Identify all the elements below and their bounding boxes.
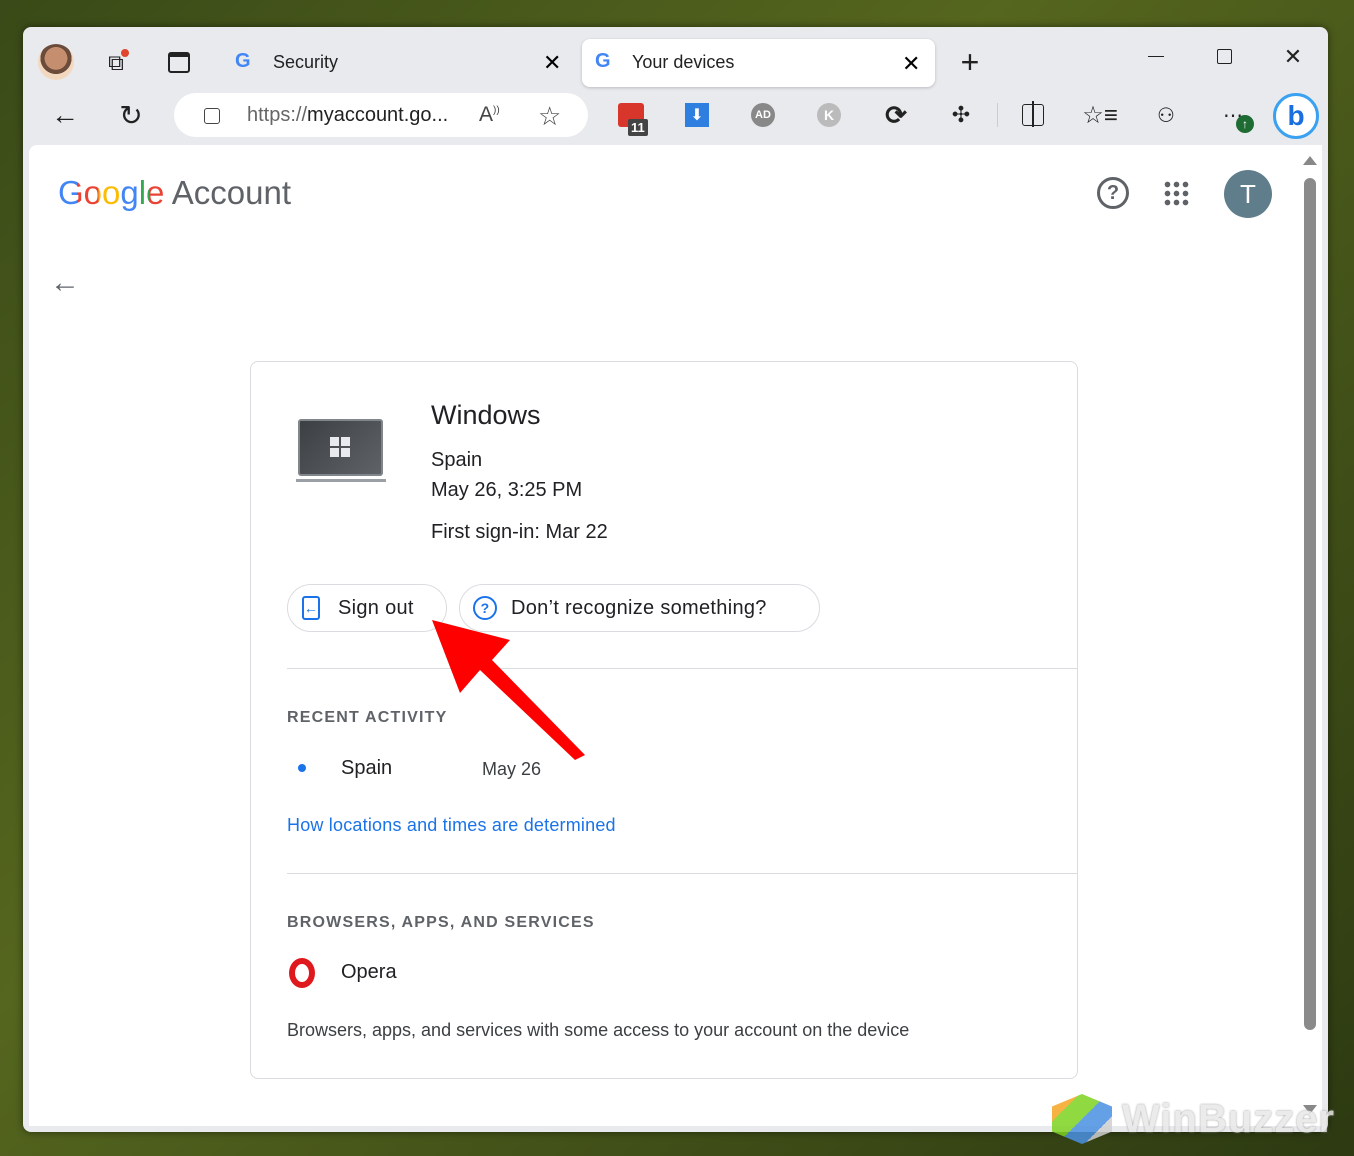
google-icon: G bbox=[595, 50, 611, 72]
extensions-icon[interactable]: ✣ bbox=[947, 101, 975, 129]
close-tab-icon[interactable]: ✕ bbox=[543, 50, 561, 76]
vertical-tabs-icon[interactable] bbox=[168, 52, 190, 73]
collections-icon[interactable]: ⚇ bbox=[1151, 101, 1181, 129]
windows-logo-icon bbox=[330, 437, 350, 457]
toolbar-divider bbox=[997, 103, 998, 127]
close-tab-icon[interactable]: ✕ bbox=[902, 51, 920, 77]
help-icon[interactable]: ? bbox=[1097, 177, 1129, 209]
device-last-active: May 26, 3:25 PM bbox=[431, 479, 583, 501]
address-bar[interactable]: https://myaccount.go... A)) ☆ bbox=[174, 93, 588, 137]
google-account-logo[interactable]: Google Account bbox=[58, 174, 291, 212]
device-name: Windows bbox=[431, 400, 541, 430]
minimize-icon[interactable] bbox=[1148, 56, 1164, 57]
winbuzzer-logo-icon bbox=[1052, 1094, 1112, 1144]
tab-label: Security bbox=[273, 52, 339, 72]
sync-extension-icon[interactable]: ⟳ bbox=[882, 100, 910, 130]
device-location: Spain bbox=[431, 449, 483, 471]
update-badge-icon: ↑ bbox=[1236, 115, 1254, 133]
scrollbar-thumb[interactable] bbox=[1304, 178, 1316, 1030]
back-arrow-icon[interactable]: ← bbox=[48, 266, 82, 300]
extension-badge: 11 bbox=[628, 119, 648, 136]
back-icon[interactable]: ← bbox=[48, 98, 82, 132]
refresh-icon[interactable]: ↻ bbox=[114, 98, 148, 132]
url-scheme: https:// bbox=[247, 104, 308, 126]
apps-grid-icon[interactable] bbox=[1163, 180, 1189, 206]
k-extension-icon[interactable]: K bbox=[817, 103, 841, 127]
logo-account: Account bbox=[171, 174, 292, 211]
tab-your-devices[interactable]: G Your devices ✕ bbox=[582, 39, 935, 87]
sign-out-label: Sign out bbox=[338, 596, 414, 619]
split-screen-icon[interactable] bbox=[1022, 101, 1044, 127]
tab-security[interactable]: G Security ✕ bbox=[225, 40, 575, 86]
scrollbar[interactable] bbox=[1300, 150, 1320, 1120]
scroll-up-icon[interactable] bbox=[1303, 156, 1317, 165]
profile-avatar[interactable] bbox=[38, 44, 74, 80]
opera-icon bbox=[289, 958, 315, 988]
device-first-signin: First sign-in: Mar 22 bbox=[431, 521, 608, 543]
locations-times-link[interactable]: How locations and times are determined bbox=[287, 815, 616, 836]
adblock-extension-icon[interactable]: AD bbox=[751, 103, 775, 127]
favorites-icon[interactable]: ☆≡ bbox=[1082, 101, 1118, 129]
workspaces-icon[interactable]: ⧉ bbox=[100, 47, 132, 79]
new-tab-icon[interactable]: + bbox=[954, 44, 986, 80]
bing-copilot-icon[interactable]: b bbox=[1273, 93, 1319, 139]
google-icon: G bbox=[235, 50, 251, 72]
browsers-description: Browsers, apps, and services with some a… bbox=[287, 1020, 910, 1040]
maximize-icon[interactable] bbox=[1217, 49, 1232, 64]
winbuzzer-watermark: WinBuzzer bbox=[1052, 1094, 1335, 1144]
close-icon[interactable]: ✕ bbox=[1280, 44, 1306, 70]
activity-location: Spain bbox=[341, 757, 393, 779]
divider bbox=[287, 873, 1077, 874]
read-aloud-icon[interactable]: A)) bbox=[479, 103, 500, 127]
lock-icon[interactable] bbox=[204, 108, 220, 124]
activity-dot-icon bbox=[298, 764, 306, 772]
arrow-shape bbox=[432, 620, 585, 760]
favorite-star-icon[interactable]: ☆ bbox=[538, 101, 561, 132]
url-host: myaccount.go... bbox=[307, 104, 449, 126]
browsers-heading: BROWSERS, APPS, AND SERVICES bbox=[287, 914, 595, 931]
divider bbox=[287, 668, 1077, 669]
logo-google: Google bbox=[58, 174, 165, 211]
annotation-arrow bbox=[432, 620, 585, 760]
sign-out-icon: ← bbox=[302, 596, 320, 620]
tab-label: Your devices bbox=[632, 52, 735, 72]
browser-name: Opera bbox=[341, 961, 397, 983]
laptop-icon bbox=[296, 417, 386, 483]
download-extension-icon[interactable]: ⬇ bbox=[685, 103, 709, 127]
avatar[interactable]: T bbox=[1224, 170, 1272, 218]
